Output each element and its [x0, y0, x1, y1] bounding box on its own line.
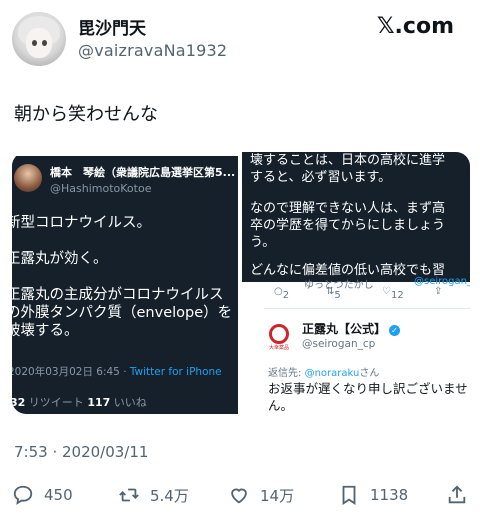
tweet-header: 毘沙門天 @vaizravaNa1932 𝕏.com — [0, 0, 480, 80]
share-icon — [448, 485, 466, 504]
reply-to-line: 返信先: @norarakuさん — [268, 368, 380, 379]
divider — [264, 308, 470, 309]
reply-icon: ○ 2 — [274, 286, 290, 301]
quoted-text: なので理解できない人は、まず高 卒の学歴を得てからにしましょう う。 — [250, 201, 446, 250]
tweet-text: 朝から笑わせんな — [14, 104, 158, 125]
bookmark-icon — [342, 485, 356, 505]
retweet-icon — [119, 488, 139, 502]
author-name[interactable]: 毘沙門天 — [78, 14, 146, 39]
reply-button[interactable]: 450 — [12, 480, 73, 510]
reply-author-name: 正露丸【公式】 ✓ — [302, 320, 401, 337]
like-icon: ♡ 12 — [382, 286, 404, 301]
quoted-screenshot-right-top: 壊することは、日本の高校に進学 すると、必ず習います。 なので理解できない人は、… — [242, 152, 470, 282]
quoted-line: 破壊する。 — [12, 323, 79, 339]
like-count: 14万 — [260, 486, 295, 505]
tweet-actions: 450 5.4万 14万 1138 — [0, 480, 480, 510]
author-handle[interactable]: @vaizravaNa1932 — [78, 41, 227, 60]
quoted-action-counts: ゆっとつたかし @seirogan_cp ○ 2 ⇅ 5 ♡ 12 ⇪ — [274, 276, 470, 301]
verified-icon: ✓ — [389, 325, 401, 336]
reply-text: お返事が遅くなり申し訳ございませ ん。 — [268, 381, 468, 413]
bookmark-button[interactable]: 1138 — [338, 480, 408, 510]
like-button[interactable]: 14万 — [228, 480, 294, 510]
like-icon — [231, 488, 247, 504]
quoted-line: 新型コロナウイルス。 — [12, 215, 151, 231]
quoted-stats: 32 リツイート 117 いいね — [12, 396, 147, 409]
share-icon: ⇪ — [434, 286, 443, 297]
quoted-text: 壊することは、日本の高校に進学 すると、必ず習います。 — [250, 153, 446, 185]
reply-author-handle: @seirogan_cp — [302, 338, 376, 350]
share-button[interactable] — [446, 480, 478, 510]
seirogan-logo: 大幸薬品 — [268, 324, 290, 351]
reply-count: 450 — [44, 486, 73, 504]
bookmark-count: 1138 — [370, 486, 409, 504]
quoted-line: 正露丸が効く。 — [12, 251, 108, 267]
retweet-icon: ⇅ 5 — [326, 286, 341, 301]
quoted-screenshot-right-bottom: ゆっとつたかし @seirogan_cp ○ 2 ⇅ 5 ♡ 12 ⇪ 大幸薬品… — [264, 276, 470, 414]
reply-icon — [13, 485, 33, 505]
x-logo[interactable]: 𝕏.com — [377, 14, 454, 39]
author-avatar[interactable] — [12, 12, 66, 66]
retweet-count: 5.4万 — [150, 486, 189, 505]
quoted-body: 新型コロナウイルス。 正露丸が効く。 正露丸の主成分がコロナウイルス の外膜タン… — [12, 214, 232, 340]
quoted-author-name: 橋本 琴絵（衆議院広島選挙区第5... — [50, 166, 236, 179]
tweet-timestamp[interactable]: 7:53 · 2020/03/11 — [14, 443, 148, 461]
quoted-line: 正露丸の主成分がコロナウイルス — [12, 287, 224, 303]
quoted-author-handle: @HashimotoKotoe — [50, 182, 152, 195]
tweet-media[interactable]: 橋本 琴絵（衆議院広島選挙区第5... @HashimotoKotoe 新型コロ… — [12, 152, 470, 414]
quoted-meta: 2020年03月02日 6:45 · Twitter for iPhone — [12, 366, 222, 378]
quoted-avatar — [14, 164, 42, 192]
quoted-line: の外膜タンパク質（envelope）を — [12, 305, 233, 321]
quoted-screenshot-left: 橋本 琴絵（衆議院広島選挙区第5... @HashimotoKotoe 新型コロ… — [12, 156, 238, 414]
retweet-button[interactable]: 5.4万 — [118, 480, 189, 510]
